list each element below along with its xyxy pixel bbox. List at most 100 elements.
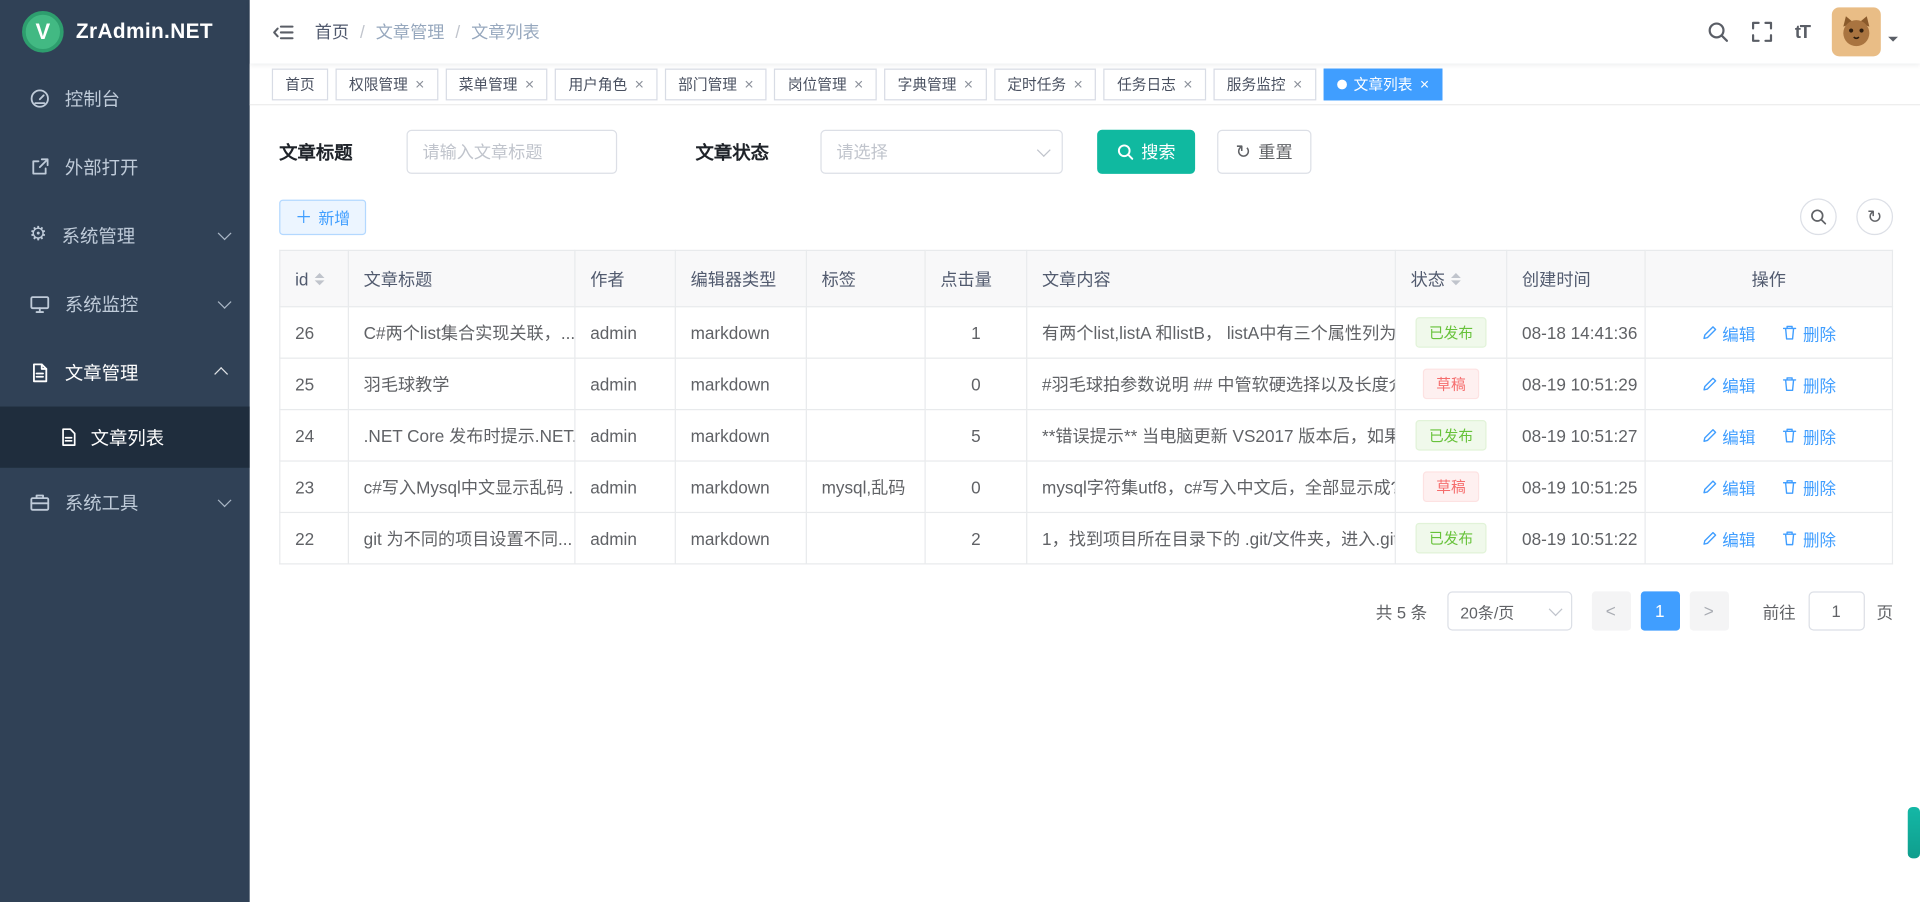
avatar[interactable] <box>1832 7 1881 56</box>
cell-id: 26 <box>280 307 349 358</box>
close-icon[interactable]: × <box>415 76 424 92</box>
trash-icon <box>1782 530 1798 546</box>
tab-service-monitor[interactable]: 服务监控 × <box>1213 68 1315 100</box>
status-badge: 已发布 <box>1415 523 1486 554</box>
cell-id: 25 <box>280 358 349 409</box>
edit-button[interactable]: 编辑 <box>1701 320 1755 344</box>
close-icon[interactable]: × <box>525 76 534 92</box>
close-icon[interactable]: × <box>1420 76 1429 92</box>
add-button-label: 新增 <box>318 205 350 228</box>
breadcrumb-home[interactable]: 首页 <box>315 20 349 44</box>
tab-home[interactable]: 首页 <box>272 68 328 100</box>
cell-content: 1，找到项目所在目录下的 .git/文件夹，进入.git/... <box>1027 512 1396 563</box>
sort-icon[interactable] <box>315 272 325 284</box>
tab-posts[interactable]: 岗位管理 × <box>774 68 876 100</box>
app-logo[interactable]: V ZrAdmin.NET <box>0 0 250 64</box>
col-header-id[interactable]: id <box>280 250 349 306</box>
trash-icon <box>1782 376 1798 392</box>
toolbar-right: ↻ <box>1800 198 1893 235</box>
fullscreen-icon[interactable] <box>1751 21 1773 43</box>
tab-user-roles[interactable]: 用户角色 × <box>555 68 657 100</box>
delete-button[interactable]: 删除 <box>1782 474 1836 498</box>
edit-button[interactable]: 编辑 <box>1701 526 1755 550</box>
sidebar-item-dashboard[interactable]: 控制台 <box>0 64 250 133</box>
sidebar-item-external-open[interactable]: 外部打开 <box>0 132 250 201</box>
cell-tag <box>806 512 925 563</box>
close-icon[interactable]: × <box>635 76 644 92</box>
topbar: 首页 / 文章管理 / 文章列表 tT <box>250 0 1920 64</box>
table-row: 25 羽毛球教学 admin markdown 0 #羽毛球拍参数说明 ## 中… <box>280 358 1893 409</box>
breadcrumb-article-list[interactable]: 文章列表 <box>471 20 540 44</box>
dashboard-icon <box>29 88 50 109</box>
table-row: 23 c#写入Mysql中文显示乱码 ... admin markdown my… <box>280 461 1893 512</box>
col-header-created: 创建时间 <box>1507 250 1645 306</box>
scrollbar-thumb[interactable] <box>1908 807 1920 858</box>
cell-id: 24 <box>280 410 349 461</box>
sidebar-item-article-list[interactable]: 文章列表 <box>0 407 250 468</box>
page-number-1[interactable]: 1 <box>1640 591 1679 630</box>
col-header-status[interactable]: 状态 <box>1395 250 1506 306</box>
sidebar-item-system-monitor[interactable]: 系统监控 <box>0 269 250 338</box>
edit-button[interactable]: 编辑 <box>1701 474 1755 498</box>
close-icon[interactable]: × <box>1183 76 1192 92</box>
delete-button[interactable]: 删除 <box>1782 320 1836 344</box>
tab-label: 岗位管理 <box>788 73 847 94</box>
cell-created: 08-19 10:51:22 <box>1507 512 1645 563</box>
close-icon[interactable]: × <box>744 76 753 92</box>
document-icon <box>29 362 50 383</box>
close-icon[interactable]: × <box>964 76 973 92</box>
refresh-icon: ↻ <box>1236 143 1251 161</box>
chevron-down-icon <box>1548 602 1562 616</box>
reset-button[interactable]: ↻ 重置 <box>1217 130 1311 174</box>
sidebar-item-system-tools[interactable]: 系统工具 <box>0 468 250 537</box>
sidebar-item-article-management[interactable]: 文章管理 <box>0 338 250 407</box>
tab-departments[interactable]: 部门管理 × <box>665 68 767 100</box>
delete-button[interactable]: 删除 <box>1782 526 1836 550</box>
font-size-icon[interactable]: tT <box>1795 21 1810 42</box>
cell-editor: markdown <box>675 461 806 512</box>
monitor-icon <box>29 293 50 314</box>
search-button[interactable]: 搜索 <box>1097 130 1195 174</box>
tab-job-logs[interactable]: 任务日志 × <box>1104 68 1206 100</box>
page-size-select[interactable]: 20条/页 <box>1447 591 1572 630</box>
close-icon[interactable]: × <box>854 76 863 92</box>
chevron-down-icon <box>1037 143 1051 157</box>
sidebar-item-label: 系统工具 <box>65 489 138 515</box>
filter-form: 文章标题 文章状态 请选择 搜索 ↻ 重置 <box>279 130 1893 174</box>
tab-dictionaries[interactable]: 字典管理 × <box>884 68 986 100</box>
tab-permissions[interactable]: 权限管理 × <box>336 68 438 100</box>
delete-button[interactable]: 删除 <box>1782 423 1836 447</box>
goto-page-input[interactable] <box>1808 591 1864 630</box>
cell-clicks: 2 <box>925 512 1027 563</box>
user-menu-caret-icon[interactable] <box>1888 37 1898 47</box>
toggle-search-button[interactable] <box>1800 198 1837 235</box>
col-header-clicks: 点击量 <box>925 250 1027 306</box>
tab-label: 部门管理 <box>678 73 737 94</box>
tab-article-list[interactable]: 文章列表 × <box>1323 68 1443 100</box>
refresh-table-button[interactable]: ↻ <box>1856 198 1893 235</box>
sidebar-item-system-management[interactable]: ⚙ 系统管理 <box>0 201 250 270</box>
cell-tag <box>806 410 925 461</box>
cell-editor: markdown <box>675 410 806 461</box>
cell-title: C#两个list集合实现关联，... <box>348 307 575 358</box>
edit-button[interactable]: 编辑 <box>1701 423 1755 447</box>
app-title: ZrAdmin.NET <box>76 20 213 44</box>
article-title-input[interactable] <box>407 130 618 174</box>
delete-button[interactable]: 删除 <box>1782 372 1836 396</box>
next-page-button[interactable]: > <box>1689 591 1728 630</box>
sidebar-collapse-icon[interactable] <box>272 20 295 43</box>
edit-button[interactable]: 编辑 <box>1701 372 1755 396</box>
sort-icon[interactable] <box>1451 272 1461 284</box>
prev-page-button[interactable]: < <box>1591 591 1630 630</box>
search-icon[interactable] <box>1707 21 1729 43</box>
article-status-select[interactable]: 请选择 <box>820 130 1062 174</box>
close-icon[interactable]: × <box>1073 76 1082 92</box>
col-header-title: 文章标题 <box>348 250 575 306</box>
tab-cron-jobs[interactable]: 定时任务 × <box>994 68 1096 100</box>
add-button[interactable]: ＋ 新增 <box>279 199 366 235</box>
cell-title: 羽毛球教学 <box>348 358 575 409</box>
breadcrumb-article-management[interactable]: 文章管理 <box>376 20 445 44</box>
tab-menus[interactable]: 菜单管理 × <box>445 68 547 100</box>
close-icon[interactable]: × <box>1293 76 1302 92</box>
cell-id: 23 <box>280 461 349 512</box>
